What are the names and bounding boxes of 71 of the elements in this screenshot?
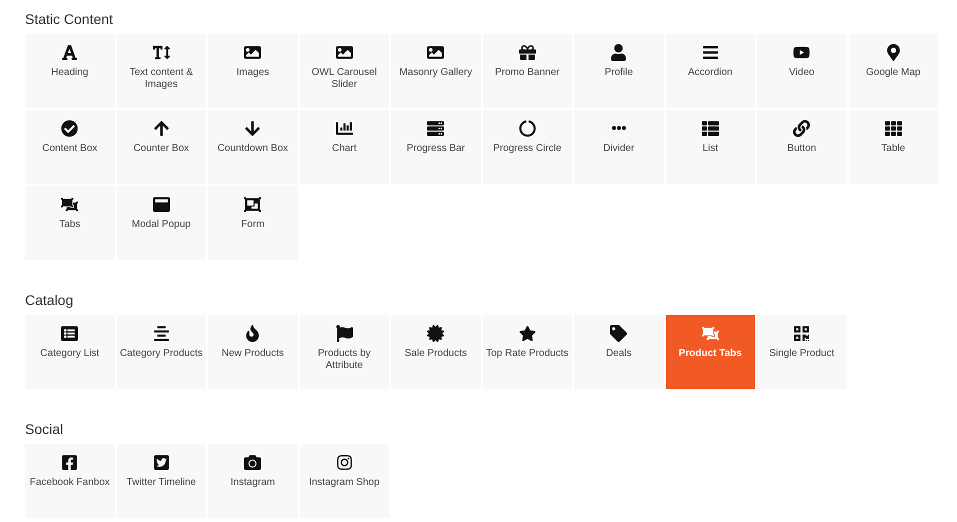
widget-tile[interactable]: Progress Bar bbox=[391, 110, 480, 184]
star-icon bbox=[518, 324, 536, 342]
widget-tile[interactable]: List bbox=[666, 110, 755, 184]
widget-tile[interactable]: Category Products bbox=[116, 315, 206, 389]
widget-tile[interactable]: Sale Products bbox=[391, 315, 480, 389]
image-icon bbox=[427, 44, 444, 60]
bar-chart-icon bbox=[336, 120, 353, 136]
widget-tile[interactable]: OWL Carousel Slider bbox=[300, 34, 389, 108]
widget-tile[interactable]: Instagram Shop bbox=[300, 444, 389, 518]
widget-tile[interactable]: Profile bbox=[574, 34, 664, 108]
widget-tile[interactable]: Button bbox=[757, 110, 846, 184]
widget-tile[interactable]: Tabs bbox=[25, 186, 114, 260]
bars-icon bbox=[702, 44, 719, 60]
arrow-down-icon bbox=[244, 120, 262, 136]
section-title: Catalog bbox=[25, 291, 74, 309]
facebook-icon bbox=[61, 454, 78, 470]
instagram-icon bbox=[336, 454, 353, 470]
flag-icon bbox=[336, 324, 353, 342]
list-icon bbox=[702, 120, 719, 136]
dots-icon bbox=[612, 126, 626, 130]
widget-tile[interactable]: Chart bbox=[300, 110, 389, 184]
qr-code-icon bbox=[793, 324, 810, 342]
align-center-icon bbox=[152, 324, 170, 342]
image-icon bbox=[244, 44, 262, 60]
grid-icon bbox=[884, 120, 902, 136]
section-title: Static Content bbox=[25, 10, 114, 28]
widget-tile[interactable]: Facebook Fanbox bbox=[25, 444, 114, 518]
widget-tile[interactable]: Heading bbox=[25, 34, 114, 108]
widget-tile[interactable]: Video bbox=[757, 34, 846, 108]
widget-tile[interactable]: Text content & Images bbox=[116, 34, 206, 108]
widget-tile[interactable]: Google Map bbox=[848, 34, 938, 108]
form-icon bbox=[244, 196, 262, 212]
widget-tile[interactable]: Counter Box bbox=[116, 110, 206, 184]
twitter-icon bbox=[152, 454, 170, 470]
widget-tile[interactable]: Form bbox=[208, 186, 298, 260]
letter-icon bbox=[61, 44, 78, 60]
widget-tile[interactable]: Deals bbox=[574, 315, 664, 389]
badge-icon bbox=[427, 324, 444, 342]
section-title: Social bbox=[25, 420, 64, 438]
image-icon bbox=[336, 44, 353, 60]
widget-tile[interactable]: Table bbox=[848, 110, 938, 184]
widget-tile[interactable]: Twitter Timeline bbox=[116, 444, 206, 518]
list-icon bbox=[61, 324, 78, 342]
widget-tile[interactable]: Instagram bbox=[208, 444, 298, 518]
tabs-icon bbox=[61, 196, 78, 212]
stacked-bars-icon bbox=[427, 120, 444, 136]
link-icon bbox=[793, 120, 810, 136]
widget-tile[interactable]: Content Box bbox=[25, 110, 114, 184]
widget-tile[interactable]: Masonry Gallery bbox=[391, 34, 480, 108]
widget-tile[interactable]: Countdown Box bbox=[208, 110, 298, 184]
widget-tile[interactable]: Images bbox=[208, 34, 298, 108]
widget-tile[interactable]: Accordion bbox=[666, 34, 755, 108]
widget-tile[interactable]: Modal Popup bbox=[116, 186, 206, 260]
widget-tile[interactable]: Progress Circle bbox=[482, 110, 572, 184]
arrow-up-icon bbox=[152, 120, 170, 136]
text-icon bbox=[152, 44, 170, 60]
widget-tile[interactable]: Promo Banner bbox=[482, 34, 572, 108]
widget-tile[interactable]: Category List bbox=[25, 315, 114, 389]
window-icon bbox=[152, 196, 170, 212]
widget-tile[interactable]: New Products bbox=[208, 315, 298, 389]
widget-tile[interactable]: Products by Attribute bbox=[300, 315, 389, 389]
tabs-icon bbox=[702, 324, 719, 342]
camera-icon bbox=[244, 454, 262, 470]
user-icon bbox=[610, 44, 628, 60]
widget-tile[interactable]: Divider bbox=[574, 110, 664, 184]
tag-icon bbox=[610, 324, 628, 342]
fire-icon bbox=[244, 324, 262, 342]
map-marker-icon bbox=[884, 44, 902, 60]
gift-icon bbox=[518, 44, 536, 60]
widget-tile[interactable]: Top Rate Products bbox=[482, 315, 572, 389]
widget-tile[interactable]: Single Product bbox=[757, 315, 846, 389]
